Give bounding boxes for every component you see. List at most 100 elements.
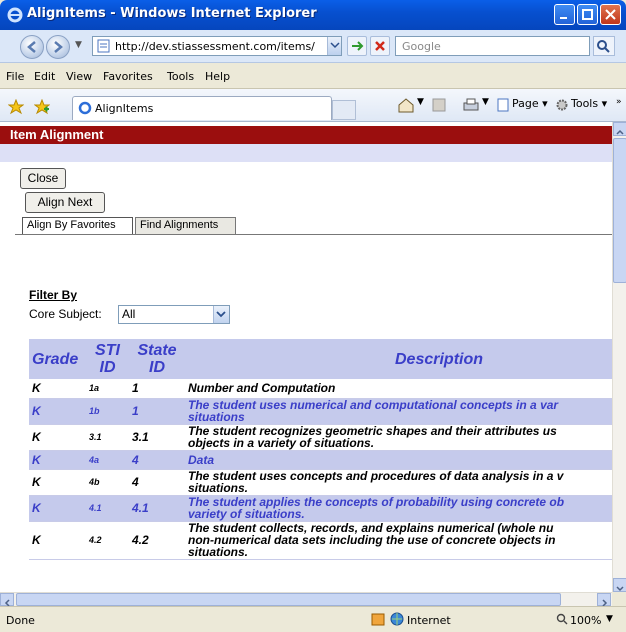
description-line: Number and Computation — [188, 381, 336, 396]
cell-sti-id: 4b — [86, 469, 129, 496]
ie-logo-icon — [7, 7, 23, 23]
internet-globe-icon — [390, 612, 404, 626]
address-dropdown-icon[interactable] — [327, 37, 341, 55]
protected-mode-icon — [371, 613, 385, 626]
home-icon[interactable] — [397, 97, 415, 113]
horizontal-scrollbar[interactable] — [0, 592, 612, 607]
command-bar: AlignItems ▼ ▼ Page ▾ Tools ▾ » — [0, 89, 626, 122]
zoom-chevron-icon[interactable]: ▼ — [606, 614, 613, 624]
tab-find-alignments[interactable]: Find Alignments — [135, 217, 236, 234]
table-row[interactable]: K 4.1 4.1 The student applies the concepts … — [29, 495, 612, 522]
stop-button[interactable] — [370, 36, 390, 56]
menu-favorites[interactable]: Favorites — [103, 70, 153, 83]
col-state-id[interactable]: State ID — [129, 339, 185, 379]
col-description[interactable]: Description — [185, 339, 612, 379]
feeds-icon[interactable] — [432, 98, 446, 112]
table-row[interactable]: K 1b 1 The student uses numerical and compu… — [29, 398, 612, 425]
page-menu-button[interactable]: Page ▾ — [512, 97, 548, 110]
back-arrow-icon — [27, 41, 36, 53]
cell-state-id: 3.1 — [129, 424, 185, 451]
menu-edit[interactable]: Edit — [34, 70, 55, 83]
scroll-left-button[interactable] — [0, 593, 14, 607]
core-subject-select[interactable]: All — [118, 305, 230, 324]
scroll-right-button[interactable] — [597, 593, 611, 607]
h-scroll-thumb[interactable] — [16, 593, 561, 606]
table-header-row: Grade STI ID State ID Description — [29, 339, 612, 379]
description-line: The student uses concepts and procedures… — [188, 469, 564, 483]
minimize-button[interactable] — [554, 4, 575, 25]
menu-help[interactable]: Help — [205, 70, 230, 83]
core-subject-label: Core Subject: — [29, 307, 102, 321]
zoom-level[interactable]: 100% — [570, 614, 601, 627]
menu-tools[interactable]: Tools — [167, 70, 194, 83]
col-state-id-line1: State — [137, 342, 177, 359]
col-state-id-line2: ID — [149, 359, 165, 376]
history-chevron-icon[interactable]: ▼ — [75, 40, 82, 50]
tab-label: AlignItems — [95, 102, 154, 115]
cell-description: The student uses numerical and computati… — [185, 398, 612, 425]
favorites-star-icon[interactable] — [8, 99, 24, 115]
description-line: objects in a variety of situations. — [188, 436, 375, 450]
cell-grade: K — [29, 469, 86, 496]
scroll-down-button[interactable] — [613, 578, 626, 592]
refresh-button[interactable] — [347, 36, 367, 56]
new-tab-button[interactable] — [332, 100, 356, 120]
table-body: K 1a 1 Number and Computation K 1b 1 The studen… — [29, 379, 612, 560]
back-button[interactable] — [20, 35, 44, 59]
table-row[interactable]: K 4.2 4.2 The student collects, records, an… — [29, 521, 612, 560]
scroll-corner — [612, 592, 626, 606]
description-line: situations. — [188, 481, 249, 495]
tools-menu-button[interactable]: Tools ▾ — [571, 97, 607, 110]
scroll-thumb[interactable] — [613, 138, 626, 283]
print-icon[interactable] — [462, 97, 480, 113]
cell-state-id: 4 — [129, 450, 185, 470]
tab-divider — [15, 234, 612, 235]
core-subject-value: All — [122, 307, 136, 321]
close-window-button[interactable] — [600, 4, 621, 25]
cell-sti-id: 1a — [86, 379, 129, 399]
zoom-icon — [556, 613, 568, 625]
window-title: AlignItems - Windows Internet Explorer — [27, 6, 317, 21]
menu-file[interactable]: File — [6, 70, 24, 83]
align-next-button[interactable]: Align Next — [25, 192, 105, 213]
close-button[interactable]: Close — [20, 168, 66, 189]
cell-description: The student uses concepts and procedures… — [185, 469, 612, 496]
forward-button[interactable] — [46, 35, 70, 59]
tab-align-by-favorites[interactable]: Align By Favorites — [22, 217, 133, 234]
search-input[interactable]: Google — [395, 36, 590, 56]
title-bar: AlignItems - Windows Internet Explorer — [0, 0, 626, 30]
ie-window: AlignItems - Windows Internet Explorer ▼… — [0, 0, 626, 632]
page-content: Item Alignment Close Align Next Align By… — [0, 122, 612, 592]
address-url: http://dev.stiassessment.com/items/Align… — [115, 40, 315, 53]
description-line: non-numerical data sets including the us… — [188, 533, 556, 547]
status-text: Done — [6, 614, 35, 627]
col-grade[interactable]: Grade — [29, 339, 86, 379]
description-line: variety of situations. — [188, 507, 305, 521]
table-row[interactable]: K 1a 1 Number and Computation — [29, 379, 612, 399]
menu-view[interactable]: View — [66, 70, 92, 83]
col-sti-id[interactable]: STI ID — [86, 339, 129, 379]
select-chevron-icon[interactable] — [213, 306, 229, 323]
cell-sti-id: 4.1 — [86, 495, 129, 522]
table-row[interactable]: K 4b 4 The student uses concepts and proced… — [29, 469, 612, 496]
browser-tab[interactable]: AlignItems — [72, 96, 332, 120]
table-row[interactable]: K 3.1 3.1 The student recognizes geometric … — [29, 424, 612, 451]
page-menu-icon — [497, 98, 509, 112]
search-placeholder: Google — [402, 40, 441, 53]
cell-grade: K — [29, 521, 86, 560]
add-favorites-icon[interactable] — [34, 99, 50, 115]
home-chevron-icon[interactable]: ▼ — [417, 97, 424, 107]
cell-sti-id: 4a — [86, 450, 129, 470]
address-toolbar: ▼ http://dev.stiassessment.com/items/Ali… — [0, 30, 626, 63]
address-field[interactable]: http://dev.stiassessment.com/items/Align… — [92, 36, 342, 56]
maximize-button[interactable] — [577, 4, 598, 25]
print-chevron-icon[interactable]: ▼ — [482, 97, 489, 107]
magnifier-icon — [597, 40, 610, 53]
table-row[interactable]: K 4a 4 Data — [29, 450, 612, 470]
overflow-chevron-icon[interactable]: » — [616, 97, 622, 107]
cell-state-id: 4.2 — [129, 521, 185, 560]
search-button[interactable] — [593, 36, 615, 56]
vertical-scrollbar[interactable] — [612, 122, 626, 592]
scroll-up-button[interactable] — [613, 122, 626, 136]
tools-gear-icon — [556, 99, 568, 111]
